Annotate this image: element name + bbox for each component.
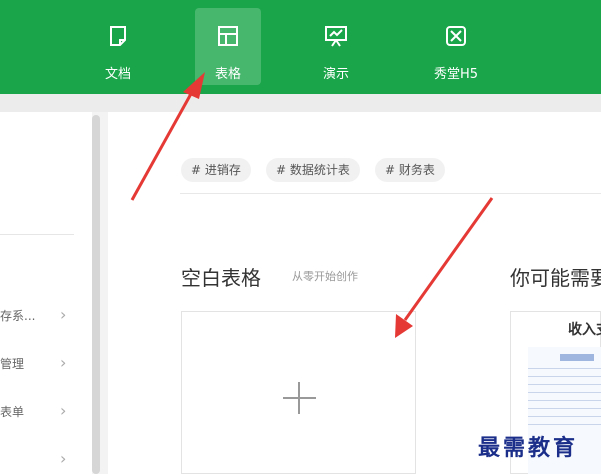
annotation-arrows: [130, 72, 494, 338]
arrow-to-blank-card: [395, 197, 494, 338]
arrow-to-spreadsheet-tab: [130, 72, 205, 201]
watermark: 最需教育: [478, 436, 579, 461]
